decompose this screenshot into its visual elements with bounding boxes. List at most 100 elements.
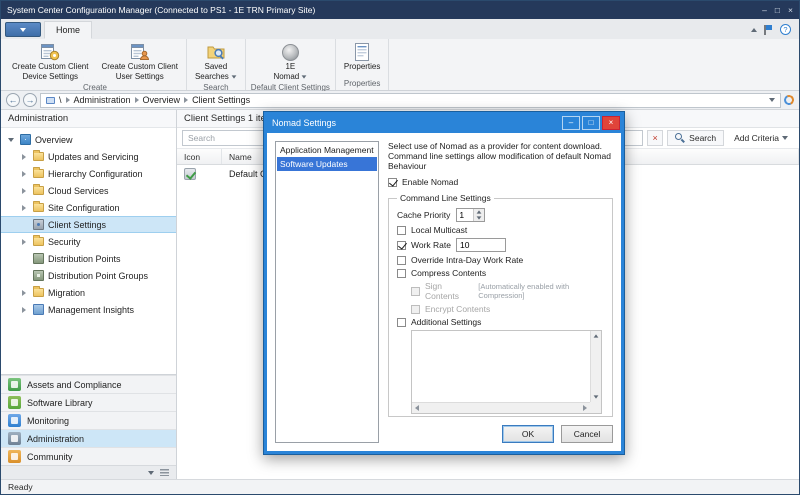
dialog-titlebar[interactable]: Nomad Settings – □ ×	[267, 112, 621, 133]
breadcrumb-root[interactable]: \	[59, 95, 62, 105]
column-header-icon[interactable]: Icon	[177, 149, 222, 164]
scroll-left-icon[interactable]	[415, 405, 419, 411]
cache-priority-input[interactable]	[457, 209, 473, 221]
workspace-community[interactable]: Community	[1, 447, 176, 465]
dialog-maximize-button[interactable]: □	[582, 116, 600, 130]
tree-item-management-insights[interactable]: Management Insights	[1, 301, 176, 318]
cache-priority-row: Cache Priority	[397, 208, 604, 222]
forward-button[interactable]: →	[23, 93, 37, 107]
create-custom-client-device-settings-button[interactable]: Create Custom Client Device Settings	[7, 40, 93, 83]
expander-icon[interactable]	[19, 239, 29, 245]
software-library-icon	[8, 396, 21, 409]
tree-item-overview[interactable]: Overview	[1, 131, 176, 148]
workspace-assets-and-compliance[interactable]: Assets and Compliance	[1, 375, 176, 393]
compress-contents-checkbox[interactable]	[397, 269, 406, 278]
folder-icon	[33, 288, 44, 297]
dropdown-arrow-icon	[302, 75, 307, 78]
workspace-list-icon[interactable]	[160, 469, 169, 476]
nomad-button[interactable]: 1E Nomad	[268, 40, 312, 83]
create-custom-client-user-settings-button[interactable]: Create Custom Client User Settings	[96, 40, 182, 83]
clear-search-icon[interactable]: ×	[647, 130, 663, 146]
command-line-settings-group: Command Line Settings Cache Priority	[388, 193, 613, 417]
breadcrumb-dropdown-icon[interactable]	[769, 98, 775, 102]
work-rate-row: Work Rate	[397, 238, 604, 252]
tree-item-distribution-points[interactable]: Distribution Points	[1, 250, 176, 267]
scrollbar-corner	[590, 402, 601, 413]
expander-icon[interactable]	[19, 307, 29, 313]
override-intraday-row: Override Intra-Day Work Rate	[397, 255, 604, 265]
breadcrumb-item-client-settings[interactable]: Client Settings	[192, 95, 250, 105]
back-button[interactable]: ←	[6, 93, 20, 107]
properties-button[interactable]: Properties	[339, 40, 385, 75]
ribbon-group-properties: Properties Properties	[336, 39, 389, 90]
workspace-administration[interactable]: Administration	[1, 429, 176, 447]
app-menu-button[interactable]	[5, 22, 41, 37]
override-intraday-checkbox[interactable]	[397, 256, 406, 265]
tree-item-site-configuration[interactable]: Site Configuration	[1, 199, 176, 216]
dialog-minimize-button[interactable]: –	[562, 116, 580, 130]
work-rate-input[interactable]	[456, 238, 506, 252]
chevron-down-icon[interactable]	[148, 471, 154, 475]
cache-priority-spinner	[456, 208, 485, 222]
expander-icon[interactable]	[19, 171, 29, 177]
additional-settings-checkbox[interactable]	[397, 318, 406, 327]
section-software-updates[interactable]: Software Updates	[277, 157, 377, 171]
saved-searches-icon	[206, 42, 226, 62]
sign-contents-note: [Automatically enabled with Compression]	[478, 282, 604, 300]
expander-icon[interactable]	[19, 188, 29, 194]
saved-searches-button[interactable]: Saved Searches	[190, 40, 242, 83]
refresh-icon[interactable]	[783, 94, 796, 107]
tree-item-hierarchy-configuration[interactable]: Hierarchy Configuration	[1, 165, 176, 182]
expander-icon[interactable]	[19, 205, 29, 211]
search-button[interactable]: Search	[667, 130, 724, 146]
tree-item-updates-and-servicing[interactable]: Updates and Servicing	[1, 148, 176, 165]
flag-icon[interactable]	[764, 25, 773, 35]
nomad-settings-dialog: Nomad Settings – □ × Application Managem…	[263, 111, 625, 455]
local-multicast-checkbox[interactable]	[397, 226, 406, 235]
tree-item-cloud-services[interactable]: Cloud Services	[1, 182, 176, 199]
workspace-monitoring[interactable]: Monitoring	[1, 411, 176, 429]
spin-down-icon[interactable]	[474, 215, 484, 221]
management-insights-icon	[33, 304, 44, 315]
vertical-scrollbar[interactable]	[590, 331, 601, 402]
minimize-ribbon-icon[interactable]	[751, 28, 757, 32]
breadcrumb-item-overview[interactable]: Overview	[143, 95, 181, 105]
workspace-software-library[interactable]: Software Library	[1, 393, 176, 411]
enable-nomad-checkbox[interactable]	[388, 178, 397, 187]
work-rate-checkbox[interactable]	[397, 241, 406, 250]
encrypt-contents-row: Encrypt Contents	[411, 304, 604, 314]
maximize-button[interactable]: □	[775, 5, 780, 15]
horizontal-scrollbar[interactable]	[412, 402, 590, 413]
navigation-pane-title: Administration	[1, 110, 176, 128]
monitoring-icon	[8, 414, 21, 427]
scroll-down-icon[interactable]	[594, 395, 599, 398]
tree-item-client-settings[interactable]: Client Settings	[1, 216, 176, 233]
breadcrumb[interactable]: \ Administration Overview Client Setting…	[40, 93, 781, 108]
tree-item-migration[interactable]: Migration	[1, 284, 176, 301]
additional-settings-textarea[interactable]	[411, 330, 602, 414]
tree-item-distribution-point-groups[interactable]: Distribution Point Groups	[1, 267, 176, 284]
minimize-button[interactable]: –	[762, 5, 767, 15]
description-text: Select use of Nomad as a provider for co…	[388, 141, 613, 171]
dropdown-arrow-icon	[231, 75, 236, 78]
cancel-button[interactable]: Cancel	[561, 425, 613, 443]
tree-item-security[interactable]: Security	[1, 233, 176, 250]
workspace-chooser-row[interactable]	[1, 465, 176, 479]
expander-icon[interactable]	[19, 154, 29, 160]
breadcrumb-item-administration[interactable]: Administration	[74, 95, 131, 105]
expander-icon[interactable]	[6, 138, 16, 142]
ribbon-tab-bar: Home	[1, 19, 799, 39]
ok-button[interactable]: OK	[502, 425, 554, 443]
add-criteria-button[interactable]: Add Criteria	[728, 133, 794, 143]
scroll-right-icon[interactable]	[583, 405, 587, 411]
ribbon: Create Custom Client Device Settings Cre…	[1, 39, 799, 91]
expander-icon[interactable]	[19, 290, 29, 296]
close-button[interactable]: ×	[788, 5, 793, 15]
folder-icon	[33, 203, 44, 212]
section-application-management[interactable]: Application Management	[277, 143, 377, 157]
help-icon[interactable]	[780, 24, 791, 35]
encrypt-contents-checkbox	[411, 305, 420, 314]
tab-home[interactable]: Home	[44, 21, 92, 39]
dialog-close-button[interactable]: ×	[602, 116, 620, 130]
scroll-up-icon[interactable]	[594, 334, 599, 337]
